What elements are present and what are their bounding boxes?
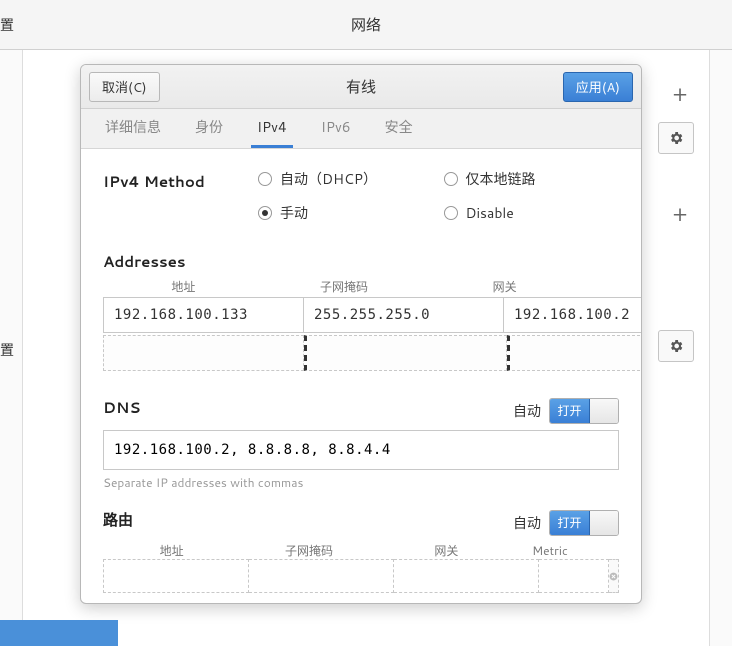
method-link-local-radio[interactable]: 仅本地链路: [444, 169, 620, 189]
tab-ipv4[interactable]: IPv4: [251, 117, 293, 148]
dialog-title: 有线: [81, 76, 641, 97]
method-manual-radio[interactable]: 手动: [258, 203, 434, 223]
dns-auto-switch[interactable]: 打开: [549, 398, 619, 424]
routes-auto-label: 自动: [513, 513, 541, 533]
dns-title: DNS: [103, 397, 141, 418]
address-input[interactable]: [103, 297, 304, 333]
connection-gear-button-1[interactable]: [658, 122, 694, 154]
bg-left-fragment-1: 置: [0, 0, 14, 50]
route-netmask-input[interactable]: [249, 559, 394, 593]
netmask-input-empty[interactable]: [304, 335, 507, 371]
method-disable-radio[interactable]: Disable: [444, 203, 620, 223]
background-titlebar: 网络: [0, 0, 732, 50]
gear-icon: [668, 338, 684, 354]
route-gateway-input[interactable]: [394, 559, 539, 593]
route-address-input[interactable]: [103, 559, 249, 593]
address-row: [103, 297, 619, 333]
gateway-input-empty[interactable]: [507, 335, 641, 371]
routes-auto-switch[interactable]: 打开: [549, 510, 619, 536]
route-row-empty: [103, 559, 619, 593]
add-connection-button-2[interactable]: +: [666, 200, 694, 228]
dns-hint: Separate IP addresses with commas: [103, 474, 619, 491]
addresses-title: Addresses: [103, 251, 619, 272]
method-auto-radio[interactable]: 自动（DHCP）: [258, 169, 434, 189]
delete-route-button-disabled: [609, 559, 619, 593]
bottom-selection-bar: [0, 620, 118, 646]
gateway-input[interactable]: [504, 297, 641, 333]
route-metric-input[interactable]: [539, 559, 609, 593]
bg-left-fragment-2: 置: [0, 340, 14, 360]
tab-details[interactable]: 详细信息: [99, 117, 167, 148]
ipv4-panel: IPv4 Method 自动（DHCP） 仅本地链路 手动 Disable Ad…: [81, 149, 641, 603]
tab-ipv6[interactable]: IPv6: [315, 117, 357, 148]
tab-identity[interactable]: 身份: [189, 117, 229, 148]
ipv4-method-label: IPv4 Method: [103, 169, 258, 223]
dialog-header: 取消(C) 有线 应用(A): [81, 65, 641, 109]
tab-security[interactable]: 安全: [379, 117, 419, 148]
dns-servers-input[interactable]: [103, 430, 619, 470]
connection-gear-button-2[interactable]: [658, 330, 694, 362]
address-input-empty[interactable]: [103, 335, 304, 371]
add-connection-button-1[interactable]: +: [666, 80, 694, 108]
address-row-empty: [103, 335, 619, 371]
routes-title: 路由: [103, 509, 133, 530]
close-circle-icon: [609, 572, 618, 581]
connection-settings-dialog: 取消(C) 有线 应用(A) 详细信息 身份 IPv4 IPv6 安全 IPv4…: [80, 64, 642, 604]
apply-button[interactable]: 应用(A): [563, 72, 633, 102]
gear-icon: [668, 130, 684, 146]
cancel-button[interactable]: 取消(C): [89, 72, 160, 102]
addresses-headers: 地址 子网掩码 网关: [103, 278, 619, 295]
netmask-input[interactable]: [304, 297, 504, 333]
dns-auto-label: 自动: [513, 401, 541, 421]
bg-title: 网络: [351, 14, 381, 35]
routes-headers: 地址 子网掩码 网关 Metric: [103, 542, 619, 559]
dialog-tabs: 详细信息 身份 IPv4 IPv6 安全: [81, 109, 641, 149]
